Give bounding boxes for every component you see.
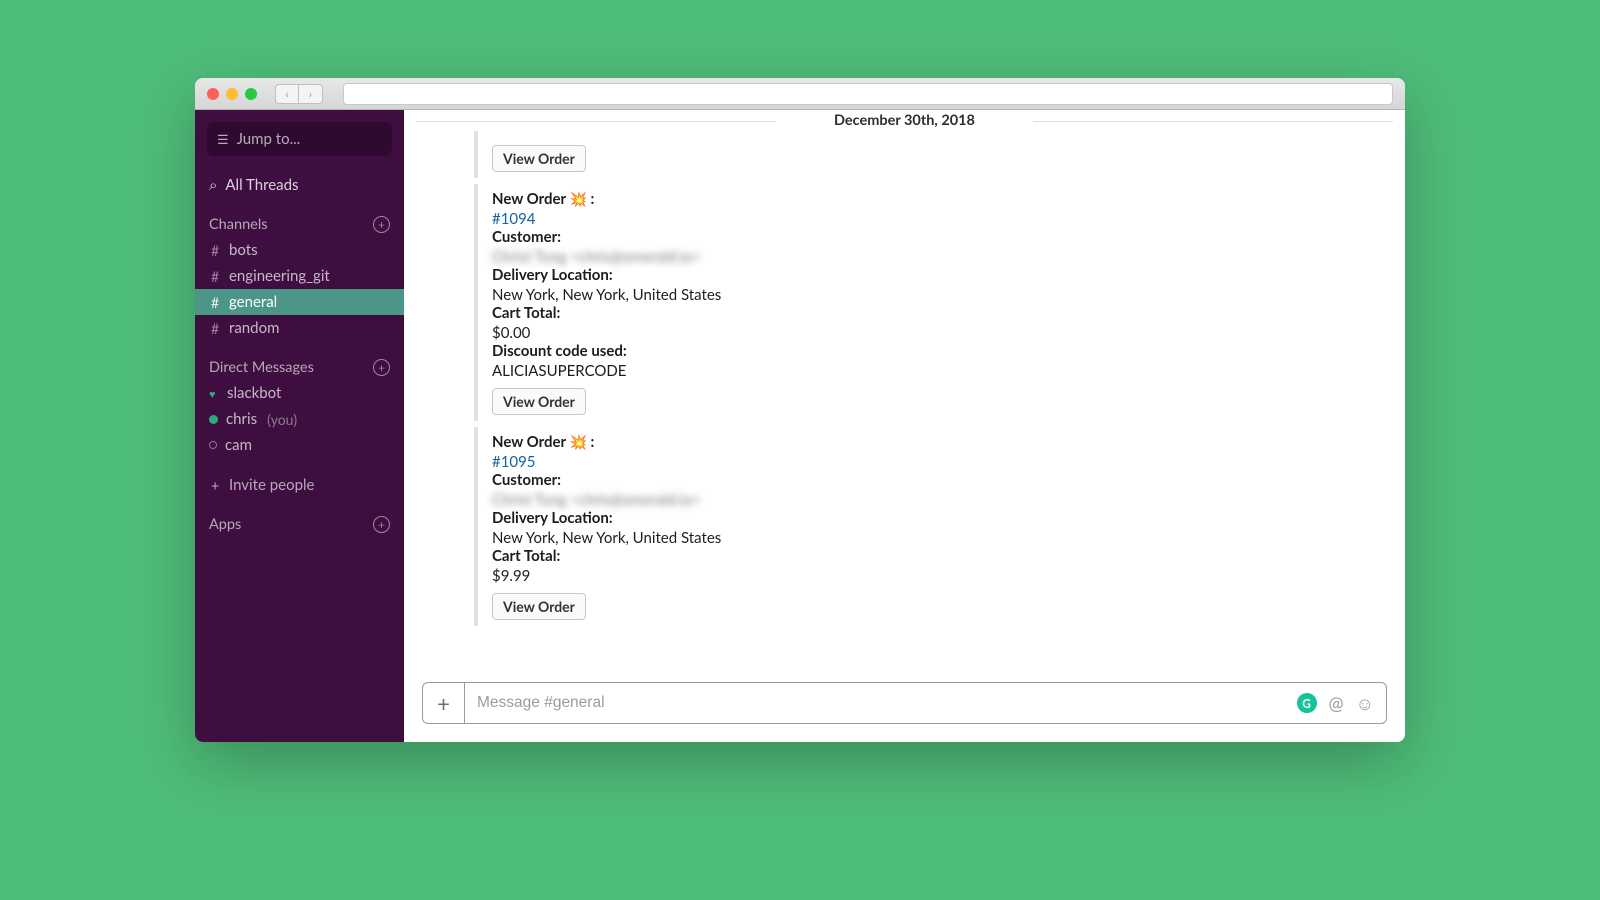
nav-forward-button[interactable]: › bbox=[299, 84, 323, 104]
cart-total-value: $9.99 bbox=[492, 567, 1385, 585]
threads-label: All Threads bbox=[225, 176, 298, 194]
delivery-label: Delivery Location: bbox=[492, 509, 1385, 527]
address-bar[interactable] bbox=[343, 83, 1393, 105]
customer-label: Customer: bbox=[492, 228, 1385, 246]
collision-icon: 💥 bbox=[569, 190, 586, 207]
minimize-window-button[interactable] bbox=[226, 88, 238, 100]
view-order-button[interactable]: View Order bbox=[492, 145, 586, 172]
channel-random[interactable]: # random bbox=[195, 315, 404, 341]
order-number-link[interactable]: #1094 bbox=[492, 210, 1385, 228]
channel-name: random bbox=[229, 319, 279, 337]
delivery-label: Delivery Location: bbox=[492, 266, 1385, 284]
delivery-value: New York, New York, United States bbox=[492, 286, 1385, 304]
dm-name: slackbot bbox=[227, 384, 281, 402]
cart-total-label: Cart Total: bbox=[492, 547, 1385, 565]
online-presence-icon bbox=[209, 415, 218, 424]
view-order-button[interactable]: View Order bbox=[492, 388, 586, 415]
app-window: ‹ › ☰ Jump to... ⌕ All Threads Channels … bbox=[195, 78, 1405, 742]
channel-engineering-git[interactable]: # engineering_git bbox=[195, 263, 404, 289]
nav-buttons: ‹ › bbox=[275, 84, 323, 104]
apps-section-head[interactable]: Apps + bbox=[195, 512, 404, 537]
customer-label: Customer: bbox=[492, 471, 1385, 489]
hash-icon: # bbox=[209, 268, 221, 285]
jump-to-label: Jump to... bbox=[237, 130, 301, 148]
channels-section-head[interactable]: Channels + bbox=[195, 212, 404, 237]
plus-icon: + bbox=[209, 477, 221, 494]
nav-back-button[interactable]: ‹ bbox=[275, 84, 299, 104]
search-list-icon: ☰ bbox=[217, 131, 229, 148]
discount-value: ALICIASUPERCODE bbox=[492, 362, 1385, 380]
add-channel-button[interactable]: + bbox=[373, 216, 390, 233]
channel-name: bots bbox=[229, 241, 258, 259]
date-separator: December 30th, 2018 bbox=[404, 112, 1405, 129]
window-controls bbox=[207, 88, 257, 100]
heart-presence-icon: ♥ bbox=[209, 388, 219, 398]
collision-icon: 💥 bbox=[569, 433, 586, 450]
discount-label: Discount code used: bbox=[492, 342, 1385, 360]
offline-presence-icon bbox=[209, 441, 217, 449]
order-message: View Order bbox=[474, 131, 1385, 178]
window-titlebar: ‹ › bbox=[195, 78, 1405, 110]
dms-label: Direct Messages bbox=[209, 359, 314, 376]
you-badge: (you) bbox=[267, 411, 297, 428]
mention-icon[interactable]: @ bbox=[1329, 692, 1344, 714]
all-threads-link[interactable]: ⌕ All Threads bbox=[195, 170, 404, 200]
message-composer: G @ ☺ bbox=[464, 682, 1387, 724]
dm-name: cam bbox=[225, 436, 252, 454]
invite-label: Invite people bbox=[229, 476, 314, 494]
zoom-window-button[interactable] bbox=[245, 88, 257, 100]
channels-label: Channels bbox=[209, 216, 268, 233]
channel-name: engineering_git bbox=[229, 267, 330, 285]
hash-icon: # bbox=[209, 320, 221, 337]
channel-bots[interactable]: # bots bbox=[195, 237, 404, 263]
close-window-button[interactable] bbox=[207, 88, 219, 100]
jump-to-search[interactable]: ☰ Jump to... bbox=[207, 122, 392, 156]
composer-row: + G @ ☺ bbox=[404, 674, 1405, 742]
message-input[interactable] bbox=[477, 694, 1285, 712]
dm-cam[interactable]: cam bbox=[195, 432, 404, 458]
invite-people-link[interactable]: + Invite people bbox=[195, 472, 404, 498]
customer-value: Christ Tung <chris@omerald.io> bbox=[492, 248, 1385, 266]
dm-name: chris bbox=[226, 410, 257, 428]
add-dm-button[interactable]: + bbox=[373, 359, 390, 376]
dm-slackbot[interactable]: ♥ slackbot bbox=[195, 380, 404, 406]
view-order-button[interactable]: View Order bbox=[492, 593, 586, 620]
threads-icon: ⌕ bbox=[209, 176, 217, 194]
hash-icon: # bbox=[209, 294, 221, 311]
apps-label: Apps bbox=[209, 516, 241, 533]
sidebar: ☰ Jump to... ⌕ All Threads Channels + # … bbox=[195, 110, 404, 742]
hash-icon: # bbox=[209, 242, 221, 259]
order-title: New Order 💥 : bbox=[492, 433, 1385, 451]
customer-value: Christ Tung <chris@omerald.io> bbox=[492, 491, 1385, 509]
channel-name: general bbox=[229, 293, 277, 311]
order-message: New Order 💥 : #1094 Customer: Christ Tun… bbox=[474, 184, 1385, 421]
order-number-link[interactable]: #1095 bbox=[492, 453, 1385, 471]
message-feed: December 30th, 2018 View Order New Order… bbox=[404, 110, 1405, 742]
cart-total-value: $0.00 bbox=[492, 324, 1385, 342]
order-title: New Order 💥 : bbox=[492, 190, 1385, 208]
delivery-value: New York, New York, United States bbox=[492, 529, 1385, 547]
emoji-icon[interactable]: ☺ bbox=[1356, 692, 1374, 715]
grammarly-icon[interactable]: G bbox=[1297, 693, 1317, 713]
dms-section-head[interactable]: Direct Messages + bbox=[195, 355, 404, 380]
channel-general[interactable]: # general bbox=[195, 289, 404, 315]
cart-total-label: Cart Total: bbox=[492, 304, 1385, 322]
attach-button[interactable]: + bbox=[422, 682, 464, 724]
add-app-button[interactable]: + bbox=[373, 516, 390, 533]
order-message: New Order 💥 : #1095 Customer: Christ Tun… bbox=[474, 427, 1385, 626]
dm-chris[interactable]: chris (you) bbox=[195, 406, 404, 432]
date-label: December 30th, 2018 bbox=[834, 112, 975, 129]
